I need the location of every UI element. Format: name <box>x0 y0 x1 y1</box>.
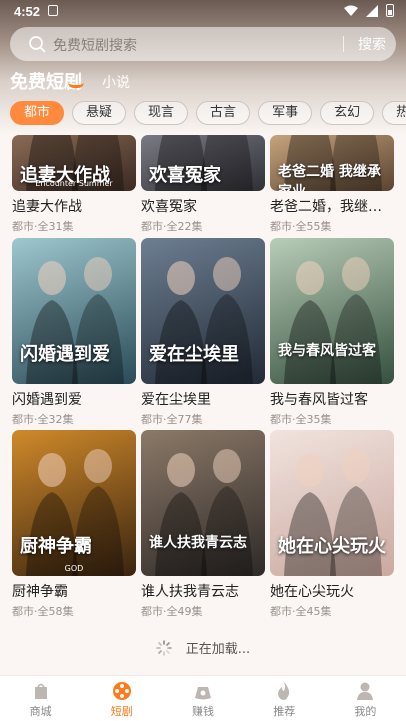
status-time: 4:52 <box>14 4 41 19</box>
poster-figures <box>284 257 382 384</box>
poster-title-art: 爱在尘埃里 <box>149 344 239 365</box>
search-bar[interactable]: 免费短剧搜索 搜索 <box>10 27 396 61</box>
category-chips: 都市悬疑现言古言军事玄幻热血 <box>10 101 406 127</box>
category-chip[interactable]: 热血 <box>382 101 406 125</box>
drama-meta: 都市·全32集 <box>12 413 74 426</box>
drama-title: 追妻大作战 <box>12 199 82 215</box>
poster-title-art: 欢喜冤家 <box>149 165 221 186</box>
nav-label: 短剧 <box>110 705 133 718</box>
drama-meta: 都市·全77集 <box>141 413 203 426</box>
status-icons <box>344 4 394 17</box>
drama-poster[interactable]: 我与春风皆过客 <box>270 238 394 384</box>
drama-title: 欢喜冤家 <box>141 199 197 215</box>
profile-icon <box>357 682 374 700</box>
category-chip[interactable]: 现言 <box>134 101 189 125</box>
poster-subtitle: Encounter Summer <box>35 179 113 188</box>
drama-card[interactable]: 老爸二婚 我继承家业老爸二婚，我继承家业都市·全55集 <box>270 135 394 234</box>
category-chip[interactable]: 古言 <box>196 101 251 125</box>
notification-icon <box>48 5 58 16</box>
nav-item[interactable]: 短剧 <box>81 676 162 721</box>
nav-item[interactable]: 我的 <box>325 676 406 721</box>
drama-poster[interactable]: 爱在尘埃里 <box>141 238 265 384</box>
nav-label: 商城 <box>29 705 52 718</box>
poster-title-art: 闪婚遇到爱 <box>20 344 110 365</box>
drama-meta: 都市·全45集 <box>270 605 332 618</box>
drama-meta: 都市·全35集 <box>270 413 332 426</box>
drama-meta: 都市·全22集 <box>141 220 203 233</box>
nav-item[interactable]: 商城 <box>0 676 81 721</box>
loading-spinner-icon <box>155 640 172 656</box>
drama-poster[interactable]: 追妻大作战 Encounter Summer <box>12 135 136 191</box>
drama-card[interactable]: 她在心尖玩火 她在心尖玩火 都市·全45集 <box>270 430 394 619</box>
poster-title-art: 她在心尖玩火 <box>278 536 386 557</box>
tab-novel[interactable]: 小说 <box>102 72 130 94</box>
category-chip[interactable]: 军事 <box>258 101 313 125</box>
nav-item[interactable]: 推荐 <box>244 676 325 721</box>
search-icon <box>29 36 46 53</box>
drama-meta: 都市·全55集 <box>270 220 332 233</box>
drama-card[interactable]: 欢喜冤家 欢喜冤家 都市·全22集 <box>141 135 265 234</box>
poster-title-art: 我与春风皆过客 <box>278 343 376 359</box>
drama-title: 厨神争霸 <box>12 584 68 600</box>
poster-title-art: 谁人扶我青云志 <box>149 535 247 551</box>
flame-icon <box>278 682 290 700</box>
drama-poster[interactable]: 老爸二婚 我继承家业 <box>270 135 394 191</box>
wifi-icon <box>344 5 358 16</box>
search-divider <box>343 36 344 52</box>
drama-title: 她在心尖玩火 <box>270 584 354 600</box>
poster-title-art: 老爸二婚 我继承家业 <box>278 164 381 191</box>
drama-poster[interactable]: 欢喜冤家 <box>141 135 265 191</box>
loading-indicator: 正在加载... <box>0 638 406 657</box>
battery-icon <box>386 4 394 17</box>
drama-meta: 都市·全58集 <box>12 605 74 618</box>
top-tabs: 免费短剧 小说 <box>10 68 130 94</box>
search-input[interactable]: 免费短剧搜索 <box>53 35 137 55</box>
drama-card[interactable]: 我与春风皆过客 我与春风皆过客 都市·全35集 <box>270 238 394 427</box>
coin-bag-icon <box>195 687 211 700</box>
film-reel-icon <box>112 682 131 700</box>
drama-poster[interactable]: 她在心尖玩火 <box>270 430 394 576</box>
drama-card[interactable]: 爱在尘埃里 爱在尘埃里 都市·全77集 <box>141 238 265 427</box>
drama-title: 闪婚遇到爱 <box>12 392 82 408</box>
drama-title: 我与春风皆过客 <box>270 392 368 408</box>
drama-title: 谁人扶我青云志 <box>141 584 239 600</box>
drama-grid: 追妻大作战 Encounter Summer 追妻大作战 都市·全31集 欢喜冤家 欢喜冤… <box>0 135 406 625</box>
drama-card[interactable]: 闪婚遇到爱 闪婚遇到爱 都市·全32集 <box>12 238 136 427</box>
nav-item[interactable]: 赚钱 <box>162 676 243 721</box>
drama-poster[interactable]: 谁人扶我青云志 <box>141 430 265 576</box>
poster-title-art: 厨神争霸 <box>20 536 92 557</box>
signal-icon <box>366 4 378 17</box>
drama-card[interactable]: 追妻大作战 Encounter Summer 追妻大作战都市·全31集 <box>12 135 136 234</box>
nav-label: 我的 <box>354 705 377 718</box>
drama-card[interactable]: 厨神争霸 GOD 厨神争霸都市·全58集 <box>12 430 136 619</box>
nav-label: 推荐 <box>273 705 296 718</box>
category-chip[interactable]: 都市 <box>10 101 65 125</box>
loading-text: 正在加载... <box>185 642 251 657</box>
drama-poster[interactable]: 闪婚遇到爱 <box>12 238 136 384</box>
bottom-nav: 商城 短剧 赚钱 推荐 我的 <box>0 675 406 721</box>
shop-bag-icon <box>34 683 47 699</box>
poster-subtitle: GOD <box>64 564 84 573</box>
drama-poster[interactable]: 厨神争霸 GOD <box>12 430 136 576</box>
drama-meta: 都市·全31集 <box>12 220 74 233</box>
tab-free-drama[interactable]: 免费短剧 <box>10 68 82 94</box>
drama-title: 爱在尘埃里 <box>141 392 211 408</box>
status-bar: 4:52 <box>0 0 406 24</box>
poster-figures <box>155 449 253 576</box>
drama-title: 老爸二婚，我继承家业 <box>270 199 394 215</box>
nav-label: 赚钱 <box>192 705 214 718</box>
search-button[interactable]: 搜索 <box>348 34 396 54</box>
drama-meta: 都市·全49集 <box>141 605 203 618</box>
category-chip[interactable]: 悬疑 <box>72 101 127 125</box>
drama-card[interactable]: 谁人扶我青云志 谁人扶我青云志 都市·全49集 <box>141 430 265 619</box>
category-chip[interactable]: 玄幻 <box>320 101 375 125</box>
